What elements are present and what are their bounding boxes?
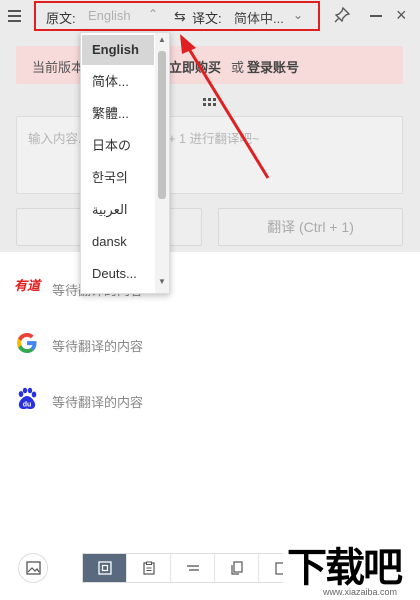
image-translate-button[interactable] bbox=[18, 553, 48, 583]
close-icon[interactable]: × bbox=[396, 6, 407, 24]
hamburger-menu-icon[interactable] bbox=[6, 7, 24, 25]
youdao-logo-icon: 有道 bbox=[14, 279, 41, 294]
target-language-select[interactable]: 简体中... bbox=[234, 8, 284, 27]
drag-handle-icon[interactable] bbox=[203, 98, 217, 106]
notice-text: 当前版本 bbox=[32, 60, 85, 75]
clipboard-icon bbox=[143, 561, 155, 575]
translator-window: 原文: English ⌃ ⇆ 译文: 简体中... ⌄ × 当前版本 立即购买… bbox=[0, 0, 420, 600]
dropdown-option[interactable]: 繁體... bbox=[82, 99, 154, 129]
tool-copy[interactable] bbox=[215, 554, 259, 582]
chevron-up-icon[interactable]: ⌃ bbox=[148, 7, 158, 21]
result-text: 等待翻译的内容 bbox=[52, 395, 144, 410]
target-label: 译文: bbox=[192, 11, 222, 26]
copy-icon bbox=[231, 561, 243, 575]
result-youdao: 有道 等待翻译的内容 bbox=[0, 274, 420, 304]
dropdown-option[interactable]: dansk bbox=[82, 227, 154, 257]
baidu-paw-icon: du bbox=[14, 386, 40, 412]
titlebar: 原文: English ⌃ ⇆ 译文: 简体中... ⌄ × bbox=[0, 0, 420, 32]
tool-clipboard[interactable] bbox=[127, 554, 171, 582]
source-label: 原文: bbox=[46, 11, 76, 26]
watermark-logo: 下载吧 www.xiazaiba.com bbox=[283, 545, 420, 600]
dropdown-option[interactable]: English bbox=[82, 35, 154, 65]
swap-arrows-icon[interactable]: ⇆ bbox=[174, 8, 186, 25]
dropdown-scrollbar[interactable]: ▲ ▼ bbox=[155, 33, 169, 293]
image-icon bbox=[26, 561, 41, 575]
result-google: 等待翻译的内容 bbox=[0, 330, 420, 360]
pin-icon[interactable] bbox=[333, 6, 351, 24]
result-text: 等待翻译的内容 bbox=[52, 339, 144, 354]
source-text-input[interactable]: 输入内容... 用快捷键 Ctrl + 1 进行翻译吧~ bbox=[16, 116, 403, 194]
dropdown-option[interactable]: 简体... bbox=[82, 67, 154, 97]
dropdown-option[interactable]: 한국의 bbox=[82, 163, 154, 193]
login-link[interactable]: 登录账号 bbox=[247, 57, 299, 76]
google-logo-icon bbox=[14, 330, 40, 356]
watermark-title: 下载吧 bbox=[287, 546, 403, 590]
language-selector: 原文: English ⌃ ⇆ 译文: 简体中... ⌄ bbox=[34, 1, 320, 31]
scroll-down-icon[interactable]: ▼ bbox=[158, 277, 166, 286]
result-baidu: du 等待翻译的内容 bbox=[0, 386, 420, 416]
bottom-toolbar bbox=[82, 553, 303, 583]
tool-screenshot[interactable] bbox=[83, 554, 127, 582]
scrollbar-thumb[interactable] bbox=[158, 51, 166, 199]
source-language-dropdown: English 简体... 繁體... 日本の 한국의 العربية dans… bbox=[80, 32, 170, 294]
top-panel: 原文: English ⌃ ⇆ 译文: 简体中... ⌄ × 当前版本 立即购买… bbox=[0, 0, 420, 252]
watermark-url: www.xiazaiba.com bbox=[323, 587, 398, 597]
translate-button[interactable]: 翻译 (Ctrl + 1) bbox=[218, 208, 403, 246]
minimize-icon[interactable] bbox=[370, 15, 382, 17]
buy-now-link[interactable]: 立即购买 bbox=[169, 57, 221, 76]
notice-banner: 当前版本 立即购买 或 登录账号 bbox=[16, 46, 403, 84]
results-panel: 有道 等待翻译的内容 等待翻译的内容 bbox=[0, 252, 420, 552]
dropdown-option[interactable]: 日本の bbox=[82, 131, 154, 161]
notice-or-text: 或 bbox=[231, 60, 245, 75]
svg-text:du: du bbox=[23, 402, 32, 409]
tool-text-lines[interactable] bbox=[171, 554, 215, 582]
chevron-down-icon[interactable]: ⌄ bbox=[293, 8, 303, 22]
dropdown-option[interactable]: Deuts... bbox=[82, 259, 154, 289]
capture-icon bbox=[98, 561, 112, 575]
dropdown-option[interactable]: العربية bbox=[82, 195, 154, 225]
source-language-select[interactable]: English bbox=[88, 8, 131, 23]
text-lines-icon bbox=[187, 565, 199, 571]
scroll-up-icon[interactable]: ▲ bbox=[158, 35, 166, 44]
